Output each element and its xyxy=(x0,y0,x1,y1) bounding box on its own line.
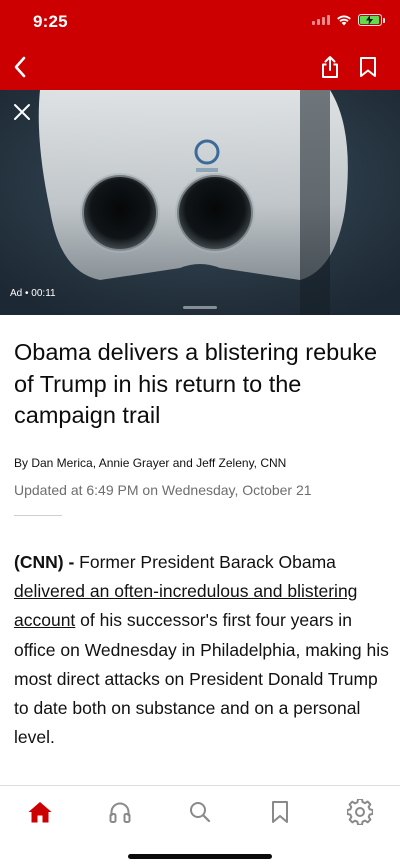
source-label: (CNN) xyxy=(14,552,64,572)
signal-icon xyxy=(312,15,330,25)
top-bar: 9:25 xyxy=(0,0,400,90)
tab-home[interactable] xyxy=(26,798,54,826)
article-byline: By Dan Merica, Annie Grayer and Jeff Zel… xyxy=(14,456,287,470)
settings-icon xyxy=(347,799,373,825)
bookmark-icon xyxy=(360,57,376,77)
tab-audio[interactable] xyxy=(106,798,134,826)
close-video-button[interactable] xyxy=(10,100,34,124)
article-headline: Obama delivers a blistering rebuke of Tr… xyxy=(14,339,378,428)
status-indicators xyxy=(312,14,385,26)
tab-settings[interactable] xyxy=(346,798,374,826)
wifi-icon xyxy=(337,15,351,26)
article-updated-time: Updated at 6:49 PM on Wednesday, October… xyxy=(14,482,312,498)
home-icon xyxy=(28,802,52,823)
bookmark-button[interactable] xyxy=(356,52,380,82)
article-screen: 9:25 Ad • 00:11 Obama delivers a blister… xyxy=(0,0,400,866)
back-button[interactable] xyxy=(8,52,32,82)
article-body: (CNN) - Former President Barack Obama de… xyxy=(14,548,392,752)
ad-timer-label: Ad • 00:11 xyxy=(10,288,56,299)
video-drag-handle[interactable] xyxy=(183,306,217,309)
tab-saved[interactable] xyxy=(266,798,294,826)
body-rest: of his successor's first four years in o… xyxy=(14,610,389,748)
body-intro: Former President Barack Obama xyxy=(79,552,336,572)
battery-icon xyxy=(358,14,385,26)
share-button[interactable] xyxy=(318,52,342,82)
close-icon xyxy=(14,104,30,120)
bookmark-icon xyxy=(272,801,288,823)
video-thumbnail xyxy=(0,90,400,315)
video-player[interactable]: Ad • 00:11 xyxy=(0,90,400,315)
share-icon xyxy=(322,56,338,78)
chevron-left-icon xyxy=(14,56,26,78)
divider xyxy=(14,515,62,516)
home-indicator xyxy=(128,854,272,859)
status-time: 9:25 xyxy=(33,12,68,31)
tab-search[interactable] xyxy=(186,798,214,826)
search-icon xyxy=(190,802,211,823)
bottom-tab-bar xyxy=(0,785,400,866)
headphones-icon xyxy=(109,802,131,823)
source-dash: - xyxy=(63,552,80,572)
